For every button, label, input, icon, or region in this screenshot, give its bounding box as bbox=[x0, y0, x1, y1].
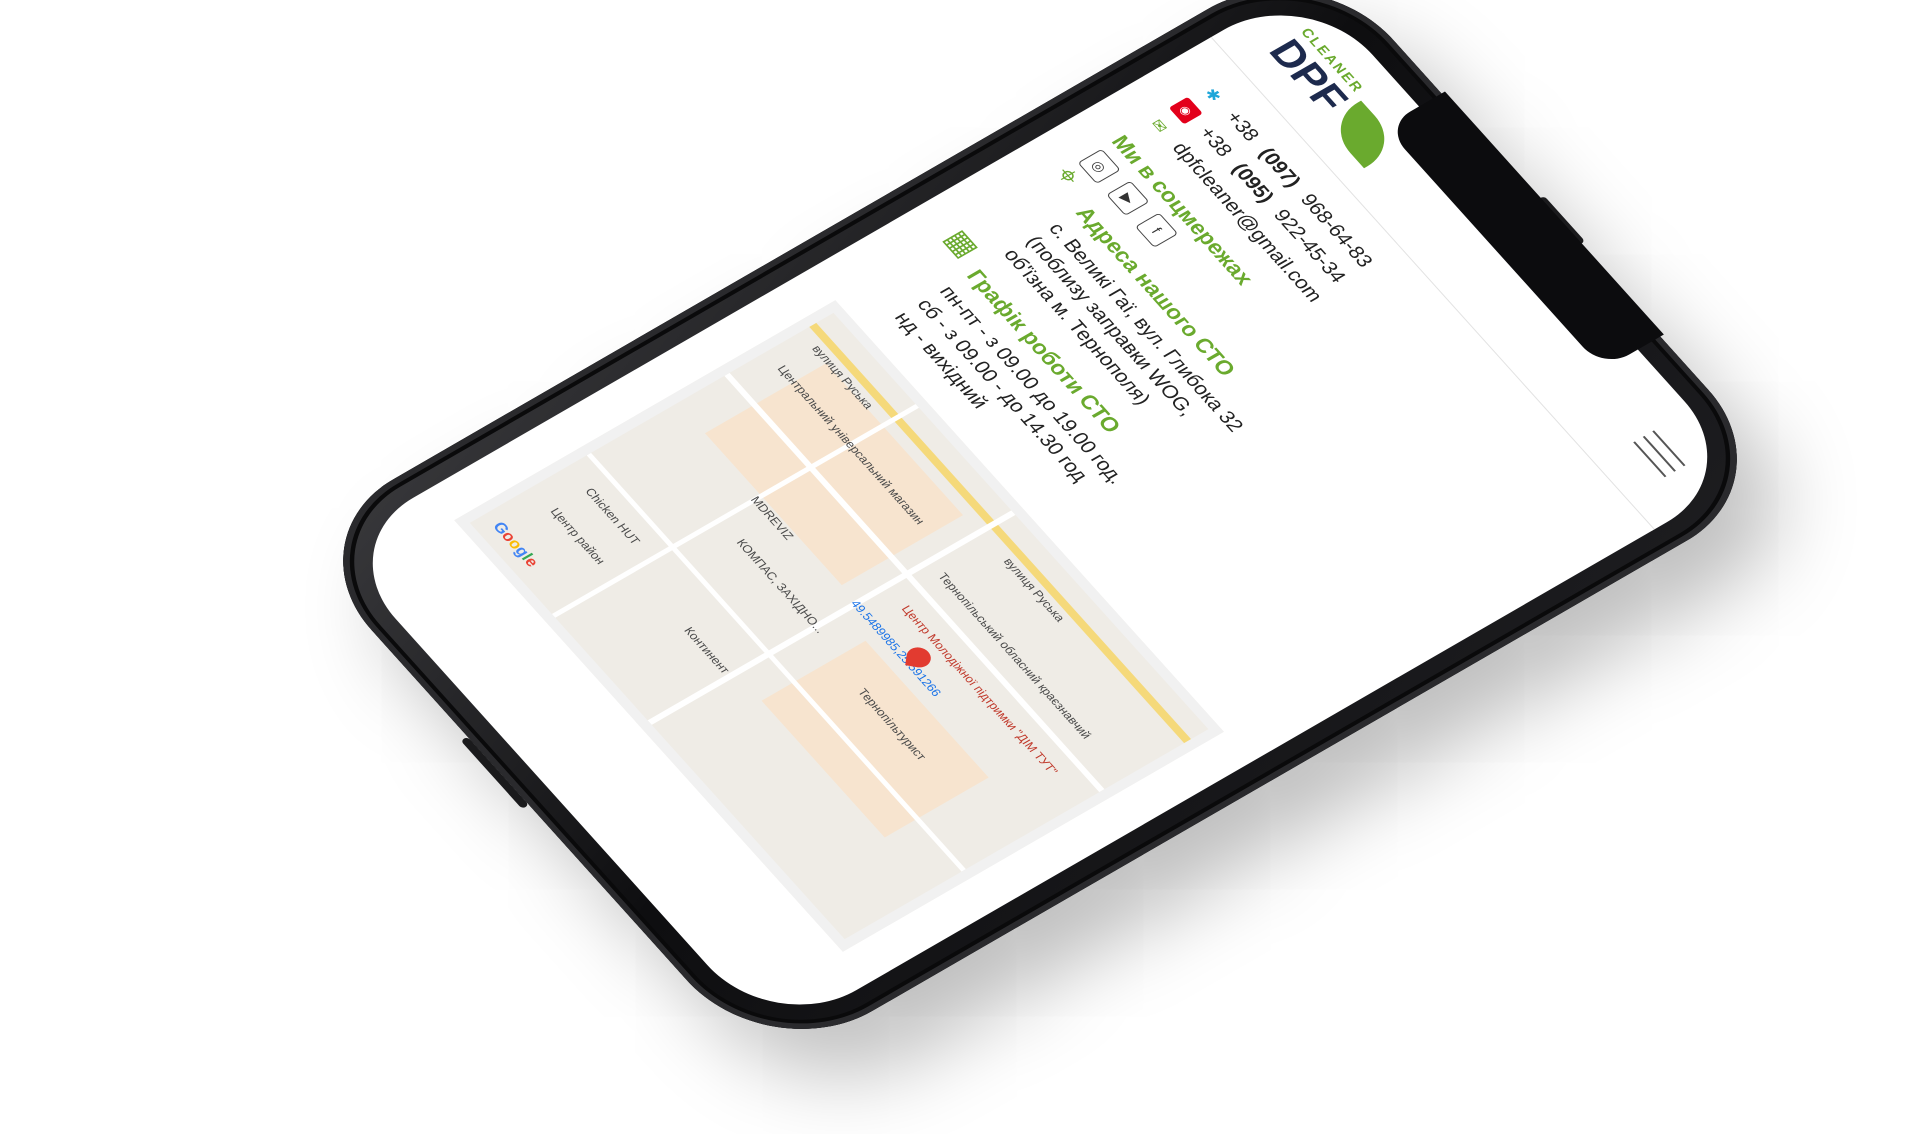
website-content: CLEANER DPF ✱ +38 (097) 968-64-83 ◉ +38 … bbox=[330, 0, 1751, 1038]
mockup-stage: CLEANER DPF ✱ +38 (097) 968-64-83 ◉ +38 … bbox=[0, 0, 1920, 1134]
phone-device: CLEANER DPF ✱ +38 (097) 968-64-83 ◉ +38 … bbox=[289, 0, 1791, 1071]
map-poi: Континент bbox=[681, 624, 733, 676]
hamburger-menu-icon[interactable] bbox=[1633, 430, 1686, 478]
phone-screen: CLEANER DPF ✱ +38 (097) 968-64-83 ◉ +38 … bbox=[329, 0, 1751, 1039]
kyivstar-icon: ✱ bbox=[1200, 85, 1225, 105]
map-marker-icon[interactable] bbox=[905, 645, 933, 670]
map-poi: Центр район bbox=[547, 505, 609, 567]
google-logo: Google bbox=[488, 519, 542, 570]
mail-icon: ✉ bbox=[1147, 116, 1171, 136]
map-poi: Chicken HUT bbox=[582, 485, 644, 547]
leaf-icon bbox=[1322, 100, 1403, 169]
vodafone-icon: ◉ bbox=[1169, 96, 1204, 125]
